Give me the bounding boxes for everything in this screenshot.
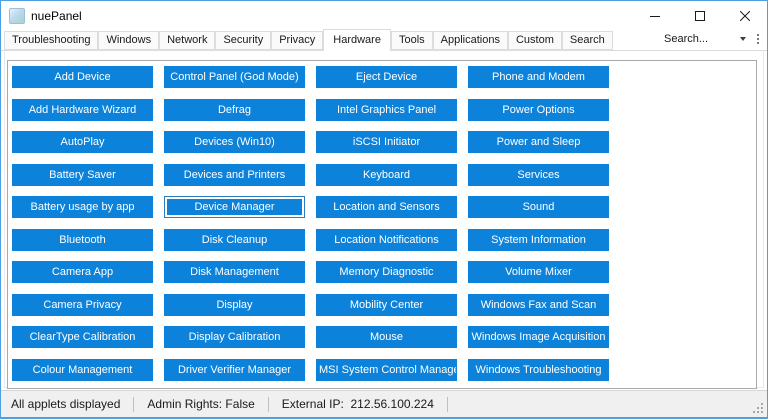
applet-button-keyboard[interactable]: Keyboard xyxy=(316,163,457,186)
app-icon xyxy=(9,7,25,24)
search-combobox[interactable]: Search... xyxy=(659,30,751,48)
tab-applications[interactable]: Applications xyxy=(432,31,508,50)
tab-security[interactable]: Security xyxy=(215,31,272,50)
tab-search[interactable]: Search xyxy=(561,31,613,50)
search-input[interactable]: Search... xyxy=(664,33,736,45)
kebab-menu-icon[interactable] xyxy=(751,34,767,44)
applet-button-display[interactable]: Display xyxy=(164,293,305,316)
applet-grid: Add Device Add Hardware Wizard AutoPlay Bat… xyxy=(12,66,609,381)
applet-button-services[interactable]: Services xyxy=(468,163,609,186)
applet-button-cleartype-calibration[interactable]: ClearType Calibration xyxy=(12,326,153,348)
tab-troubleshooting[interactable]: Troubleshooting xyxy=(4,31,99,50)
applet-button-eject-device[interactable]: Eject Device xyxy=(316,66,457,88)
tab-windows[interactable]: Windows xyxy=(98,31,160,50)
status-admin-rights: Admin Rights: False xyxy=(147,397,255,411)
tab-hardware[interactable]: Hardware xyxy=(323,29,391,51)
applet-button-mouse[interactable]: Mouse xyxy=(316,326,457,348)
applet-button-battery-saver[interactable]: Battery Saver xyxy=(12,163,153,186)
caption-buttons xyxy=(632,1,767,30)
tab-network[interactable]: Network xyxy=(159,31,216,50)
maximize-icon xyxy=(694,10,705,21)
applet-button-disk-management[interactable]: Disk Management xyxy=(164,261,305,283)
applet-button-iscsi-initiator[interactable]: iSCSI Initiator xyxy=(316,131,457,153)
applet-button-phone-and-modem[interactable]: Phone and Modem xyxy=(468,66,609,88)
applet-button-driver-verifier-manager[interactable]: Driver Verifier Manager xyxy=(164,358,305,381)
applet-button-windows-image-acquisition[interactable]: Windows Image Acquisition xyxy=(468,326,609,348)
applet-button-msi-system-control-manager[interactable]: MSI System Control Manager xyxy=(316,358,457,381)
tab-tools[interactable]: Tools xyxy=(390,31,433,50)
applet-button-colour-management[interactable]: Colour Management xyxy=(12,358,153,381)
status-separator xyxy=(267,396,269,412)
tab-row-right-tools: Search... xyxy=(659,30,767,50)
applet-button-defrag[interactable]: Defrag xyxy=(164,98,305,121)
close-icon xyxy=(739,10,750,21)
applet-button-system-information[interactable]: System Information xyxy=(468,228,609,251)
applet-button-camera-app[interactable]: Camera App xyxy=(12,261,153,283)
maximize-button[interactable] xyxy=(677,1,722,30)
applet-button-sound[interactable]: Sound xyxy=(468,196,609,218)
applet-button-battery-usage-by-app[interactable]: Battery usage by app xyxy=(12,196,153,218)
status-separator xyxy=(446,396,448,412)
applet-button-display-calibration[interactable]: Display Calibration xyxy=(164,326,305,348)
window-title: nuePanel xyxy=(31,8,82,23)
status-bar: All applets displayed Admin Rights: False… xyxy=(1,390,767,417)
applet-button-memory-diagnostic[interactable]: Memory Diagnostic xyxy=(316,261,457,283)
applet-button-device-manager[interactable]: Device Manager xyxy=(164,196,305,218)
dropdown-arrow-icon[interactable] xyxy=(740,37,746,41)
applet-button-disk-cleanup[interactable]: Disk Cleanup xyxy=(164,228,305,251)
applet-panel: Add Device Add Hardware Wizard AutoPlay Bat… xyxy=(7,60,757,389)
status-all-applets-displayed: All applets displayed xyxy=(11,397,121,411)
applet-button-bluetooth[interactable]: Bluetooth xyxy=(12,228,153,251)
close-button[interactable] xyxy=(722,1,767,30)
applet-button-power-options[interactable]: Power Options xyxy=(468,98,609,121)
applet-button-control-panel-god-mode[interactable]: Control Panel (God Mode) xyxy=(164,66,305,88)
status-separator xyxy=(133,396,135,412)
title-bar: nuePanel xyxy=(1,1,767,30)
applet-button-mobility-center[interactable]: Mobility Center xyxy=(316,293,457,316)
minimize-icon xyxy=(649,15,660,17)
applet-button-windows-fax-and-scan[interactable]: Windows Fax and Scan xyxy=(468,293,609,316)
applet-button-windows-troubleshooting[interactable]: Windows Troubleshooting xyxy=(468,358,609,381)
tab-strip: Troubleshooting Windows Network Security Pri… xyxy=(1,29,767,51)
applet-button-power-and-sleep[interactable]: Power and Sleep xyxy=(468,131,609,153)
tab-privacy[interactable]: Privacy xyxy=(271,31,324,50)
status-external-ip: External IP: 212.56.100.224 xyxy=(281,397,434,411)
applet-button-devices-and-printers[interactable]: Devices and Printers xyxy=(164,163,305,186)
tab-custom[interactable]: Custom xyxy=(507,31,562,50)
applet-button-autoplay[interactable]: AutoPlay xyxy=(12,131,153,153)
resize-grip[interactable] xyxy=(752,402,764,414)
applet-button-add-device[interactable]: Add Device xyxy=(12,66,153,88)
minimize-button[interactable] xyxy=(632,1,677,30)
applet-button-add-hardware-wizard[interactable]: Add Hardware Wizard xyxy=(12,98,153,121)
applet-button-location-and-sensors[interactable]: Location and Sensors xyxy=(316,196,457,218)
applet-button-location-notifications[interactable]: Location Notifications xyxy=(316,228,457,251)
applet-button-intel-graphics-panel[interactable]: Intel Graphics Panel xyxy=(316,98,457,121)
applet-button-volume-mixer[interactable]: Volume Mixer xyxy=(468,261,609,283)
applet-button-camera-privacy[interactable]: Camera Privacy xyxy=(12,293,153,316)
applet-button-devices-win10[interactable]: Devices (Win10) xyxy=(164,131,305,153)
app-window: nuePanel Troubleshooting Windows Network Se… xyxy=(0,0,768,419)
